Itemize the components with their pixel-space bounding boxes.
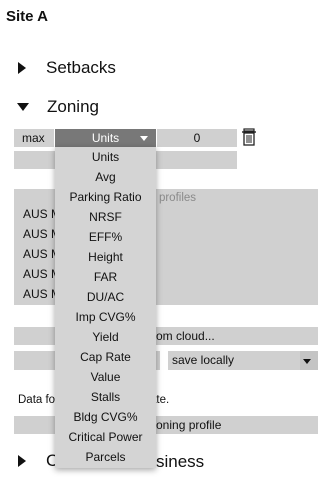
rule-type-select[interactable]: max xyxy=(14,129,54,147)
units-option[interactable]: Critical Power xyxy=(55,427,156,447)
site-title: Site A xyxy=(6,8,48,25)
rule-type-value: max xyxy=(22,131,45,145)
units-option[interactable]: Imp CVG% xyxy=(55,307,156,327)
triangle-right-icon xyxy=(18,455,26,467)
setbacks-label: Setbacks xyxy=(46,58,116,77)
caret-down-icon xyxy=(303,359,311,364)
triangle-right-icon xyxy=(18,62,26,74)
save-location-value: save locally xyxy=(172,353,235,367)
units-option[interactable]: Bldg CVG% xyxy=(55,407,156,427)
units-option[interactable]: NRSF xyxy=(55,207,156,227)
units-option[interactable]: Yield xyxy=(55,327,156,347)
units-option[interactable]: EFF% xyxy=(55,227,156,247)
units-option[interactable]: Value xyxy=(55,367,156,387)
units-option[interactable]: Parking Ratio xyxy=(55,187,156,207)
save-select-arrow-area xyxy=(300,351,318,370)
business-label-right: siness xyxy=(156,452,205,471)
amount-value: 0 xyxy=(193,131,201,145)
business-section-header[interactable]: C xyxy=(18,451,58,471)
units-dropdown-menu: Units Avg Parking Ratio NRSF EFF% Height… xyxy=(55,147,156,468)
trash-icon[interactable] xyxy=(241,128,257,147)
zoning-profile-button-label: oning profile xyxy=(156,418,222,432)
zoning-section-header[interactable]: Zoning xyxy=(17,97,99,117)
units-option[interactable]: Stalls xyxy=(55,387,156,407)
profiles-placeholder: lt profiles xyxy=(150,192,197,204)
caret-down-icon xyxy=(140,136,148,141)
units-option[interactable]: FAR xyxy=(55,267,156,287)
units-option[interactable]: Units xyxy=(55,147,156,167)
units-option[interactable]: Avg xyxy=(55,167,156,187)
save-location-select[interactable]: save locally xyxy=(168,351,318,370)
units-option[interactable]: Height xyxy=(55,247,156,267)
units-option[interactable]: Cap Rate xyxy=(55,347,156,367)
load-from-cloud-label: om cloud... xyxy=(156,329,215,343)
units-select[interactable]: Units xyxy=(55,129,156,147)
amount-input[interactable]: 0 xyxy=(157,129,237,147)
units-select-value: Units xyxy=(91,131,120,145)
data-note-left: Data fo xyxy=(18,394,56,406)
setbacks-section-header[interactable]: Setbacks xyxy=(18,58,116,78)
units-option[interactable]: DU/AC xyxy=(55,287,156,307)
triangle-down-icon xyxy=(17,103,29,111)
units-option[interactable]: Parcels xyxy=(55,447,156,467)
zoning-label: Zoning xyxy=(47,97,99,116)
